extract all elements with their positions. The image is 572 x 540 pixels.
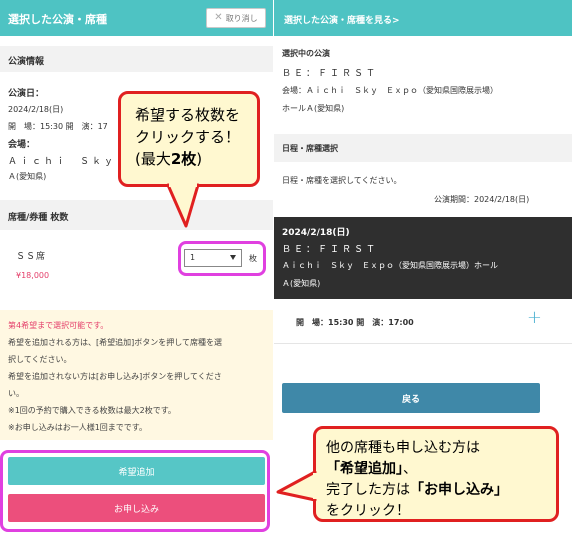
buttons-callout-tail: [276, 470, 317, 502]
